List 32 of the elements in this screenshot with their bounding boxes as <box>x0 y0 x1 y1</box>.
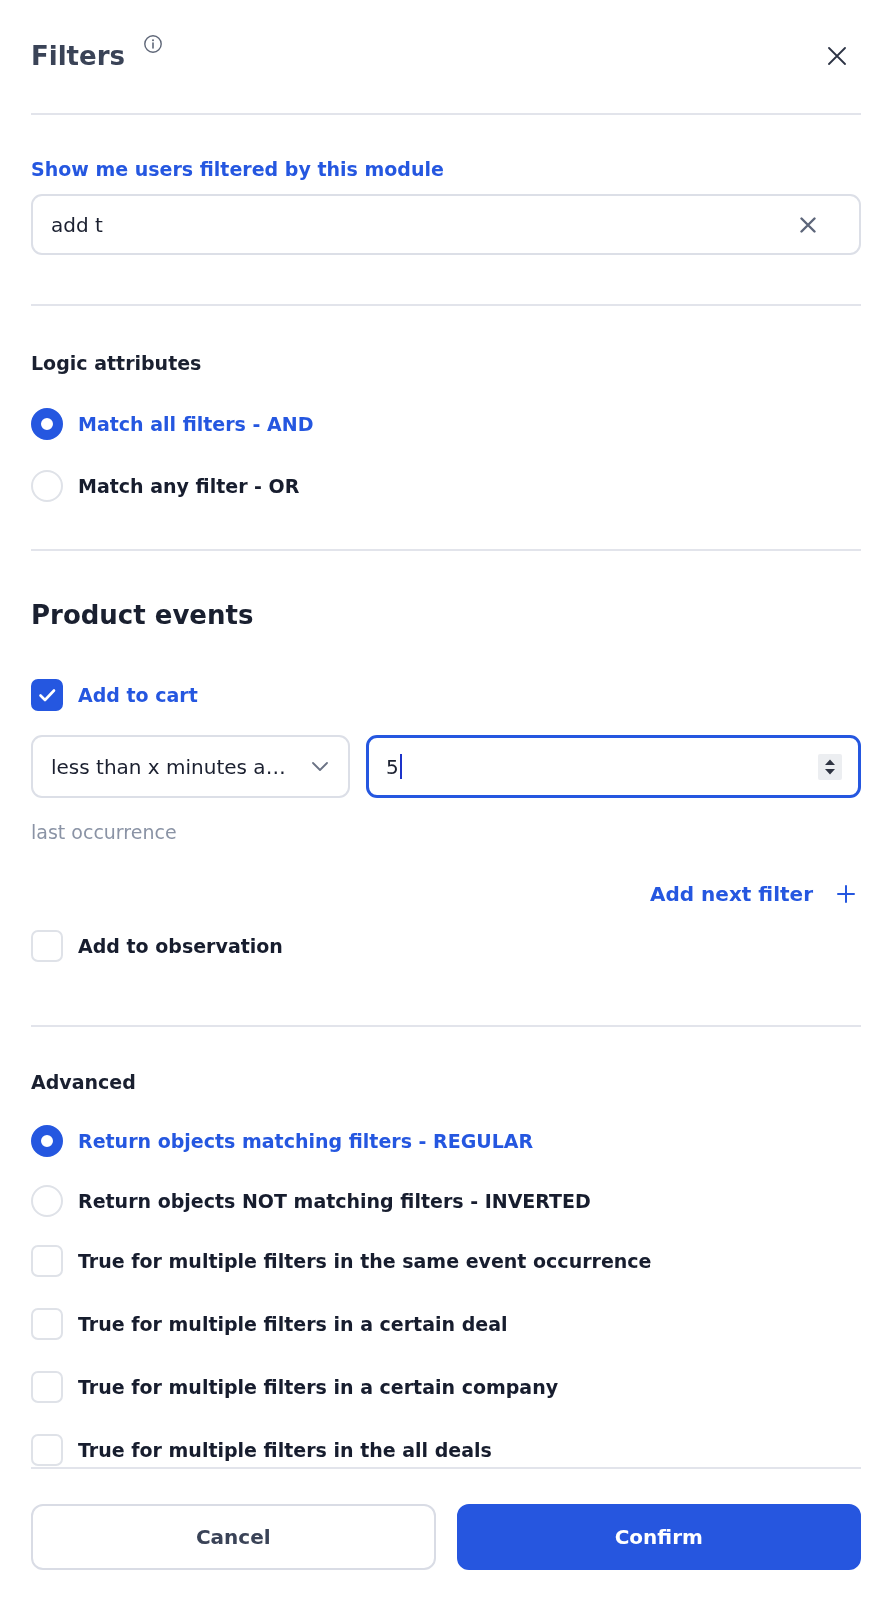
helper-text: last occurrence <box>31 820 178 845</box>
confirm-button[interactable]: Confirm <box>456 1504 861 1570</box>
section-heading: Advanced <box>31 1070 137 1095</box>
section-heading: Product events <box>31 599 255 632</box>
radio-button[interactable] <box>31 1125 63 1157</box>
stepper-icon[interactable] <box>818 753 842 780</box>
text-cursor-icon <box>399 754 402 779</box>
option-label[interactable]: Match any filter - OR <box>78 473 300 499</box>
option-label[interactable]: True for multiple filters in a certain deal <box>78 1311 508 1337</box>
section-heading: Logic attributes <box>31 351 203 376</box>
option-label[interactable]: Return objects matching filters - REGULAR <box>78 1128 534 1154</box>
condition-dropdown[interactable]: less than x minutes a… <box>31 735 350 798</box>
checkbox[interactable] <box>31 679 63 711</box>
option-label[interactable]: True for multiple filters in a certain company <box>78 1374 559 1400</box>
option-label[interactable]: True for multiple filters in the same event occurrence <box>78 1248 652 1274</box>
option-label[interactable]: Return objects NOT matching filters - INVERTED <box>78 1188 591 1214</box>
module-filter-label: Show me users filtered by this module <box>31 157 445 182</box>
panel-title: Filters <box>31 40 125 73</box>
add-filter-button[interactable]: Add next filter <box>650 880 861 908</box>
option-label[interactable]: Add to observation <box>78 933 283 959</box>
option-label[interactable]: Match all filters - AND <box>78 411 314 437</box>
close-icon[interactable] <box>828 47 846 65</box>
clear-icon[interactable] <box>800 216 816 233</box>
option-label[interactable]: True for multiple filters in the all deals <box>78 1437 492 1463</box>
number-input-field[interactable]: 5 <box>366 735 861 798</box>
option-label[interactable]: Add to cart <box>78 682 198 708</box>
info-icon[interactable] <box>143 35 162 53</box>
radio-button[interactable] <box>31 408 63 440</box>
cancel-button[interactable]: Cancel <box>31 1504 436 1570</box>
plus-icon <box>837 885 855 903</box>
chevron-down-icon <box>312 762 328 771</box>
module-search-field[interactable]: add t <box>31 194 861 255</box>
